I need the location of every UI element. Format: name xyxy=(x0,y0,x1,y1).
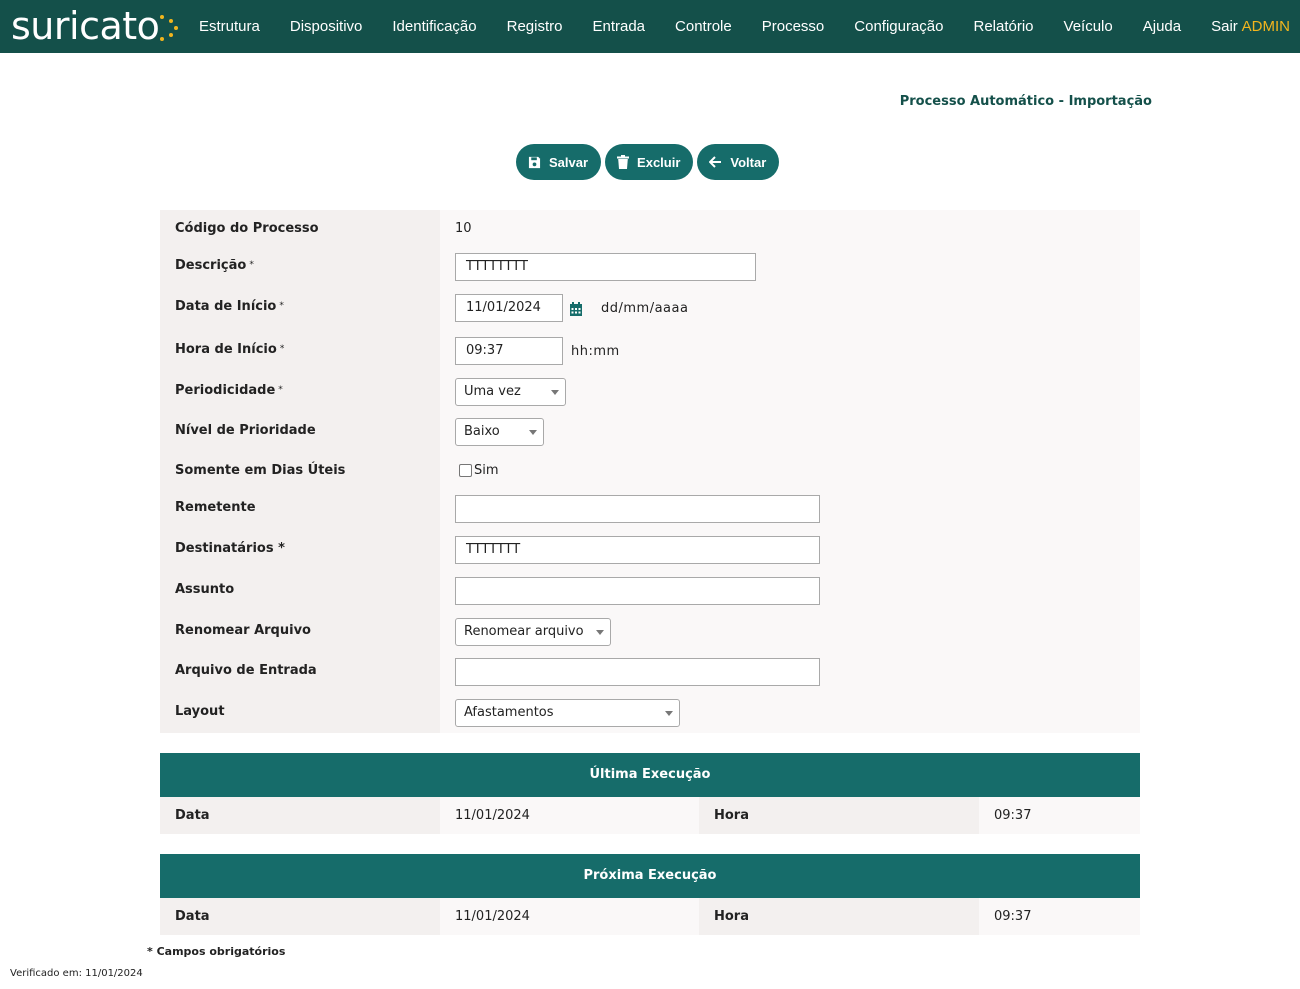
dias-uteis-checkbox[interactable] xyxy=(459,464,472,477)
chevron-down-icon xyxy=(665,711,673,716)
data-inicio-input[interactable]: 11/01/2024 xyxy=(455,294,563,322)
hora-inicio-input[interactable]: 09:37 xyxy=(455,337,563,365)
calendar-icon[interactable] xyxy=(569,302,583,317)
date-format-hint: dd/mm/aaaa xyxy=(601,301,689,316)
ultima-data-value: 11/01/2024 xyxy=(455,808,530,823)
proxima-execucao-row: Data 11/01/2024 Hora 09:37 xyxy=(160,898,1140,935)
logo-dots-icon xyxy=(157,4,181,48)
nav-dispositivo[interactable]: Dispositivo xyxy=(275,0,378,53)
nav-processo[interactable]: Processo xyxy=(747,0,840,53)
chevron-down-icon xyxy=(596,630,604,635)
proxima-data-label: Data xyxy=(175,909,210,924)
logo-text: suricato xyxy=(11,4,160,48)
nav-registro[interactable]: Registro xyxy=(492,0,578,53)
main-menu: Estrutura Dispositivo Identificação Regi… xyxy=(184,0,1253,53)
proxima-hora-value: 09:37 xyxy=(994,909,1032,924)
nav-identificacao[interactable]: Identificação xyxy=(377,0,491,53)
dias-uteis-option[interactable]: Sim xyxy=(474,463,499,478)
nav-entrada[interactable]: Entrada xyxy=(577,0,660,53)
renomear-label: Renomear Arquivo xyxy=(175,623,311,638)
ultima-hora-label: Hora xyxy=(714,808,749,823)
verified-date: Verificado em: 11/01/2024 xyxy=(10,968,143,979)
floppy-disk-icon xyxy=(528,156,541,168)
destinatarios-label: Destinatários * xyxy=(175,541,285,556)
chevron-down-icon xyxy=(551,390,559,395)
ultima-execucao-row: Data 11/01/2024 Hora 09:37 xyxy=(160,797,1140,834)
back-button[interactable]: Voltar xyxy=(697,144,780,180)
hora-inicio-label: Hora de Início * xyxy=(175,342,285,357)
delete-button[interactable]: Excluir xyxy=(605,144,694,180)
ultima-hora-value: 09:37 xyxy=(994,808,1032,823)
user-name[interactable]: ADMIN xyxy=(1242,0,1290,53)
descricao-label: Descrição * xyxy=(175,258,254,273)
periodicidade-select[interactable]: Uma vez xyxy=(455,378,566,406)
nav-controle[interactable]: Controle xyxy=(660,0,747,53)
renomear-select[interactable]: Renomear arquivo xyxy=(455,618,611,646)
arrow-left-icon xyxy=(709,156,722,168)
dias-uteis-label: Somente em Dias Úteis xyxy=(175,463,346,478)
proxima-execucao-header: Próxima Execução xyxy=(160,854,1140,898)
layout-select[interactable]: Afastamentos xyxy=(455,699,680,727)
codigo-label: Código do Processo xyxy=(175,221,319,236)
data-inicio-label: Data de Início * xyxy=(175,299,284,314)
delete-label: Excluir xyxy=(637,154,681,170)
page-title: Processo Automático - Importação xyxy=(899,94,1152,109)
proxima-hora-label: Hora xyxy=(714,909,749,924)
time-format-hint: hh:mm xyxy=(571,344,620,359)
codigo-value: 10 xyxy=(455,221,472,236)
prioridade-select[interactable]: Baixo xyxy=(455,418,544,446)
save-button[interactable]: Salvar xyxy=(516,144,602,180)
ultima-execucao-header: Última Execução xyxy=(160,753,1140,797)
nav-configuracao[interactable]: Configuração xyxy=(839,0,958,53)
action-toolbar: Salvar Excluir Voltar xyxy=(516,144,780,180)
assunto-label: Assunto xyxy=(175,582,235,597)
suricato-logo[interactable]: suricato xyxy=(11,4,181,48)
process-form: Código do Processo 10 Descrição * TTTTTTT… xyxy=(160,210,1140,733)
ultima-data-label: Data xyxy=(175,808,210,823)
save-label: Salvar xyxy=(549,154,589,170)
layout-label: Layout xyxy=(175,704,225,719)
nav-relatorio[interactable]: Relatório xyxy=(959,0,1049,53)
periodicidade-label: Periodicidade * xyxy=(175,383,283,398)
proxima-data-value: 11/01/2024 xyxy=(455,909,530,924)
nav-veiculo[interactable]: Veículo xyxy=(1049,0,1128,53)
chevron-down-icon xyxy=(529,430,537,435)
back-label: Voltar xyxy=(730,154,767,170)
destinatarios-input[interactable]: TTTTTTT xyxy=(455,536,820,564)
nav-ajuda[interactable]: Ajuda xyxy=(1128,0,1196,53)
arquivo-entrada-label: Arquivo de Entrada xyxy=(175,663,317,678)
required-fields-note: * Campos obrigatórios xyxy=(147,945,286,958)
assunto-input[interactable] xyxy=(455,577,820,605)
nav-estrutura[interactable]: Estrutura xyxy=(184,0,275,53)
remetente-label: Remetente xyxy=(175,500,256,515)
descricao-input[interactable]: TTTTTTTT xyxy=(455,253,756,281)
top-navbar: suricato Estrutura Dispositivo Identific… xyxy=(0,0,1300,53)
arquivo-entrada-input[interactable] xyxy=(455,658,820,686)
prioridade-label: Nível de Prioridade xyxy=(175,423,316,438)
trash-icon xyxy=(617,155,630,169)
remetente-input[interactable] xyxy=(455,495,820,523)
